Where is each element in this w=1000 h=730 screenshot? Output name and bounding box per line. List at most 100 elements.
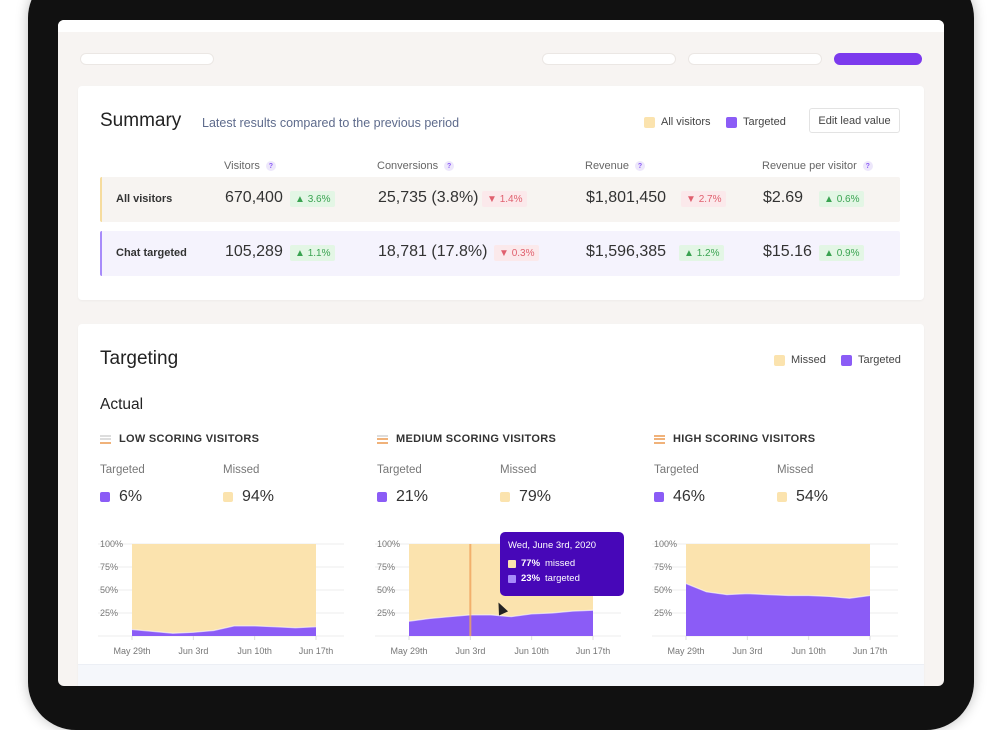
signal-high-icon — [654, 434, 665, 444]
x-tick-label: May 29th — [390, 646, 427, 656]
nav-pill-2[interactable] — [688, 53, 822, 65]
visitors-value: 670,400 — [225, 189, 283, 206]
targeted-label: Targeted — [100, 464, 145, 476]
summary-subtitle: Latest results compared to the previous … — [202, 116, 460, 130]
legend-all-visitors: All visitors — [644, 116, 711, 128]
targeted-value: 21% — [396, 488, 429, 505]
targeting-title: Targeting — [100, 348, 179, 369]
legend-label: Targeted — [743, 116, 786, 128]
row-label: All visitors — [116, 193, 173, 205]
help-icon[interactable]: ? — [265, 161, 276, 171]
change-value: 0.9% — [836, 247, 860, 259]
summary-title: Summary — [100, 110, 182, 131]
change-value: 1.4% — [499, 193, 523, 205]
summary-card: Summary Latest results compared to the p… — [78, 86, 924, 300]
nav-pill-left[interactable] — [80, 53, 214, 65]
missed-value: 79% — [519, 488, 552, 505]
y-tick-label: 50% — [654, 585, 672, 595]
x-tick-label: Jun 10th — [791, 646, 826, 656]
segment-title-text: LOW SCORING VISITORS — [119, 433, 260, 445]
column-label: Revenue — [585, 160, 630, 172]
segment-title-text: MEDIUM SCORING VISITORS — [396, 433, 557, 445]
tooltip-targeted-row: 23% targeted — [508, 573, 616, 584]
signal-medium-icon — [377, 434, 388, 444]
y-tick-label: 75% — [377, 562, 395, 572]
targeted-swatch-icon — [377, 492, 387, 502]
change-value: 0.6% — [836, 193, 860, 205]
x-tick-label: Jun 10th — [237, 646, 272, 656]
edit-lead-value-button[interactable]: Edit lead value — [809, 108, 900, 133]
column-label: Revenue per visitor — [762, 160, 857, 172]
revenue-per-visitor-value: $2.69 — [763, 189, 804, 206]
y-tick-label: 100% — [100, 539, 123, 549]
change-badge: ▼ 0.3% — [494, 245, 540, 261]
targeted-label: Targeted — [654, 464, 699, 476]
legend-missed: Missed — [774, 354, 826, 366]
revenue-value: $1,801,450 — [586, 189, 667, 206]
legend-label: Missed — [791, 354, 826, 366]
revenue-per-visitor-value: $15.16 — [763, 243, 812, 260]
chart-low-scoring[interactable]: 25% 50% 75% 100% May 29th Jun 3rd Jun 10th Jun … — [98, 539, 348, 666]
missed-label: Missed — [500, 464, 537, 476]
x-tick-label: Jun 17th — [576, 646, 611, 656]
missed-stat: 54% — [777, 488, 828, 506]
tooltip-targeted-pct: 23% — [521, 573, 541, 584]
change-badge: ▲ 3.6% — [290, 191, 336, 207]
change-badge: ▲ 0.9% — [819, 245, 865, 261]
segment-title-medium: MEDIUM SCORING VISITORS — [377, 433, 556, 445]
column-header-visitors: Visitors ? — [224, 160, 276, 172]
targeted-label: Targeted — [377, 464, 422, 476]
tooltip-missed-row: 77% missed — [508, 558, 616, 569]
change-badge: ▲ 1.2% — [679, 245, 725, 261]
x-tick-label: Jun 3rd — [455, 646, 485, 656]
help-icon[interactable]: ? — [444, 161, 455, 171]
segment-title-low: LOW SCORING VISITORS — [100, 433, 259, 445]
change-badge: ▲ 0.6% — [819, 191, 865, 207]
chart-high-scoring[interactable]: 25% 50% 75% 100% May 29th Jun 3rd Jun 10th Jun … — [652, 539, 902, 666]
y-tick-label: 100% — [377, 539, 400, 549]
legend-targeted: Targeted — [726, 116, 786, 128]
targeted-swatch-icon — [654, 492, 664, 502]
change-value: 1.2% — [696, 247, 720, 259]
targeting-card: Targeting Missed Targeted Actual LOW SCO… — [78, 324, 924, 686]
change-value: 1.1% — [307, 247, 331, 259]
x-tick-label: Jun 3rd — [732, 646, 762, 656]
targeted-stat: 21% — [377, 488, 428, 506]
nav-pill-1[interactable] — [542, 53, 676, 65]
missed-swatch-icon — [500, 492, 510, 502]
summary-row-all-visitors: All visitors 670,400 ▲ 3.6% 25,735 (3.8%… — [100, 177, 900, 222]
conversions-value: 25,735 (3.8%) — [378, 189, 479, 206]
targeted-swatch-icon — [726, 116, 737, 128]
help-icon[interactable]: ? — [862, 161, 873, 171]
signal-low-icon — [100, 434, 111, 444]
legend-label: All visitors — [661, 116, 711, 128]
missed-stat: 94% — [223, 488, 274, 506]
y-tick-label: 25% — [377, 608, 395, 618]
visitors-value: 105,289 — [225, 243, 283, 260]
change-value: 0.3% — [511, 247, 535, 259]
change-badge: ▼ 2.7% — [681, 191, 727, 207]
column-header-revenue: Revenue ? — [585, 160, 646, 172]
change-value: 3.6% — [307, 193, 331, 205]
legend-label: Targeted — [858, 354, 901, 366]
tooltip-date: Wed, June 3rd, 2020 — [508, 540, 597, 551]
next-section-strip — [78, 664, 924, 686]
app-screen: Summary Latest results compared to the p… — [58, 20, 944, 686]
missed-swatch-icon — [777, 492, 787, 502]
row-label: Chat targeted — [116, 247, 187, 259]
y-tick-label: 25% — [654, 608, 672, 618]
column-label: Visitors — [224, 160, 260, 172]
all-visitors-swatch-icon — [644, 116, 655, 128]
revenue-value: $1,596,385 — [586, 243, 667, 260]
top-strip — [58, 20, 944, 32]
segment-title-high: HIGH SCORING VISITORS — [654, 433, 815, 445]
primary-action-button[interactable] — [834, 53, 922, 65]
x-tick-label: May 29th — [113, 646, 150, 656]
tooltip-missed-pct: 77% — [521, 558, 541, 569]
help-icon[interactable]: ? — [635, 161, 646, 171]
missed-value: 54% — [796, 488, 829, 505]
targeted-value: 46% — [673, 488, 706, 505]
targeted-swatch-icon — [100, 492, 110, 502]
chart-tooltip: Wed, June 3rd, 2020 77% missed 23% targe… — [500, 532, 624, 596]
x-tick-label: May 29th — [667, 646, 704, 656]
